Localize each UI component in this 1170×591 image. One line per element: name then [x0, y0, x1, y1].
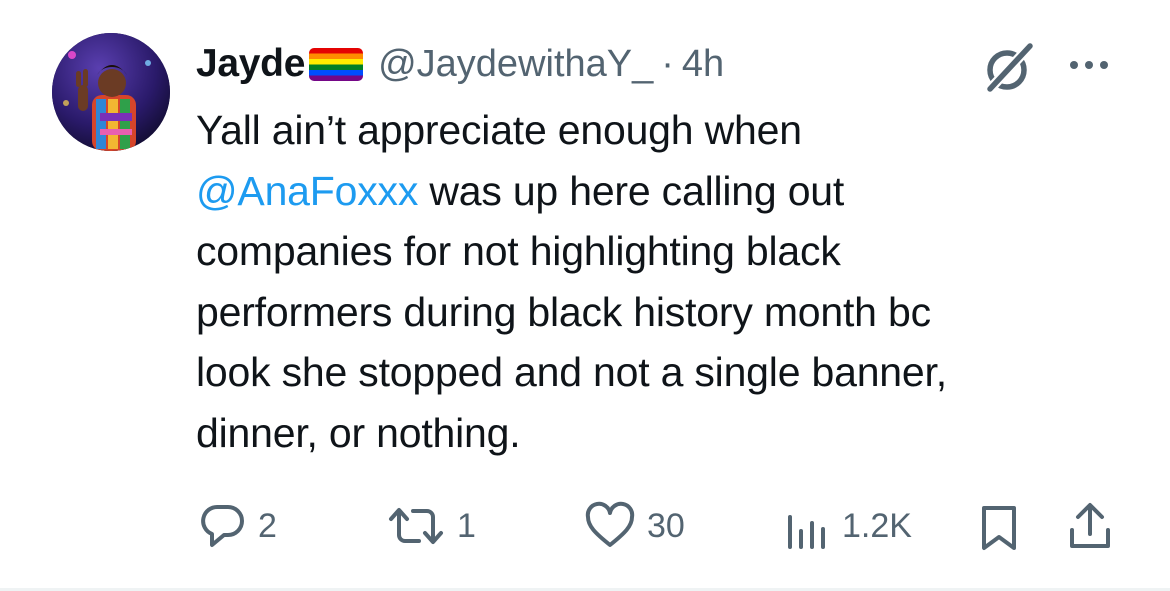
tweet-text-line: dinner, or nothing.: [196, 409, 521, 456]
tweet-text-fragment: was up here calling out: [418, 167, 845, 214]
repost-icon: [389, 508, 443, 544]
more-dots-icon[interactable]: [1064, 50, 1114, 80]
timestamp[interactable]: 4h: [682, 43, 724, 86]
tweet-card[interactable]: Jayde @JaydewithaY_ · 4h Yall ain’t appr…: [0, 0, 1170, 591]
like-count: 30: [647, 506, 685, 545]
tweet-text-line: performers during black history month bc: [196, 288, 931, 335]
user-handle[interactable]: @JaydewithaY_: [378, 43, 653, 86]
reply-count: 2: [258, 506, 277, 545]
repost-count: 1: [457, 506, 476, 545]
repost-button[interactable]: 1: [385, 498, 476, 554]
mention-link[interactable]: @AnaFoxxx: [196, 168, 418, 214]
tweet-text-line: companies for not highlighting black: [196, 228, 841, 274]
display-name[interactable]: Jayde: [196, 42, 305, 86]
reply-bubble-icon: [201, 504, 244, 547]
tweet-text-line: look she stopped and not a single banner…: [196, 349, 947, 395]
tweet-header: Jayde @JaydewithaY_ · 4h: [196, 36, 724, 92]
views-count: 1.2K: [842, 506, 912, 545]
tweet-text-line: @AnaFoxxx was up here calling out: [196, 161, 1096, 222]
views-button[interactable]: 1.2K: [782, 498, 912, 554]
bookmark-icon[interactable]: [976, 504, 1022, 557]
rainbow-flag-icon: [308, 44, 364, 84]
grok-icon[interactable]: [982, 40, 1036, 94]
share-upload-icon[interactable]: [1066, 500, 1114, 557]
heart-icon: [585, 501, 635, 547]
tweet-text-line: Yall ain’t appreciate enough when: [196, 107, 802, 153]
tweet-text: Yall ain’t appreciate enough when @AnaFo…: [196, 100, 1096, 463]
reply-button[interactable]: 2: [198, 498, 277, 554]
separator-dot: ·: [661, 42, 674, 85]
avatar-image: [52, 33, 170, 151]
like-button[interactable]: 30: [583, 498, 685, 554]
avatar[interactable]: [52, 33, 170, 151]
analytics-bars-icon: [788, 515, 825, 549]
